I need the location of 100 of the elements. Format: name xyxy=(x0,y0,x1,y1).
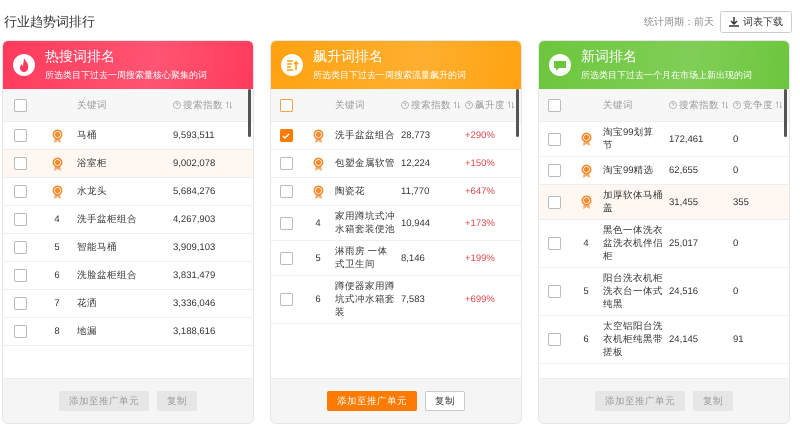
table-cell-text: 31,455 xyxy=(669,196,700,208)
panel-subtitle: 所选类目下过去一个月在市场上新出现的词 xyxy=(581,69,752,82)
column-header[interactable]: 搜索指数 xyxy=(411,98,451,112)
rank-number: 6 xyxy=(583,334,589,345)
keyword-cell-text: 淋雨房 一体式卫生间 xyxy=(335,245,389,271)
table-cell-text: 24,516 xyxy=(669,286,700,297)
column-header[interactable]: 竞争度 xyxy=(743,98,773,112)
table-cell-text: +199% xyxy=(465,252,496,264)
checkbox[interactable] xyxy=(280,216,292,230)
help-icon[interactable] xyxy=(173,101,181,109)
select-all-checkbox[interactable] xyxy=(280,98,292,112)
rank-number: 4 xyxy=(54,214,60,225)
checkbox[interactable] xyxy=(548,164,560,177)
checkbox[interactable] xyxy=(14,297,26,310)
column-header[interactable]: 飙升度 xyxy=(475,98,505,112)
checkbox[interactable] xyxy=(548,285,560,298)
select-all-checkbox[interactable] xyxy=(548,98,560,112)
table-cell-text: +150% xyxy=(465,158,496,169)
keyword-cell-text: 洗脸盆柜组合 xyxy=(77,269,138,282)
keyword-cell-text: 智能马桶 xyxy=(77,241,118,254)
table-cell-text: +647% xyxy=(465,186,496,197)
table-cell-text: 12,224 xyxy=(401,158,432,169)
panel-subtitle: 所选类目下过去一周搜索量核心聚集的词 xyxy=(45,69,207,82)
checkbox[interactable] xyxy=(14,213,26,226)
checkbox[interactable] xyxy=(14,185,26,198)
rank-number: 6 xyxy=(315,294,321,305)
checkbox[interactable] xyxy=(280,129,292,142)
checkbox[interactable] xyxy=(548,132,560,146)
rank-number: 5 xyxy=(583,286,589,297)
table-cell-text: 5,684,276 xyxy=(173,186,216,197)
table-cell-text: 4,267,903 xyxy=(173,214,216,225)
checkbox[interactable] xyxy=(548,333,560,346)
scrollbar[interactable] xyxy=(784,89,787,137)
scrollbar[interactable] xyxy=(516,89,519,137)
keyword-cell-text: 黑色一体洗衣盆洗衣机伴侣柜 xyxy=(603,224,664,263)
copy-button[interactable]: 复制 xyxy=(425,391,465,411)
keyword-cell-text: 太空铝阳台洗衣机柜纯黑带搓板 xyxy=(603,320,664,359)
table-cell-text: 10,944 xyxy=(401,218,432,228)
select-all-checkbox[interactable] xyxy=(14,98,26,112)
keyword-cell-text: 地漏 xyxy=(77,325,98,338)
help-icon[interactable] xyxy=(401,101,409,109)
rank-number: 4 xyxy=(315,218,321,228)
column-header[interactable]: 搜索指数 xyxy=(183,98,223,112)
help-icon[interactable] xyxy=(733,101,741,109)
sort-icon[interactable] xyxy=(225,101,233,109)
table-cell-text: +290% xyxy=(465,130,496,141)
sort-icon[interactable] xyxy=(775,101,783,109)
checkbox[interactable] xyxy=(14,241,26,254)
table-cell-text: 3,336,046 xyxy=(173,298,216,309)
keyword-cell-text: 家用蹲坑式冲水箱套装便池 xyxy=(335,210,396,236)
column-header[interactable]: 搜索指数 xyxy=(679,98,719,112)
period-label: 统计周期：前天 xyxy=(644,16,714,29)
speech-bubble-icon xyxy=(549,54,571,76)
table-cell-text: 28,773 xyxy=(401,130,432,141)
table-cell-text: 8,146 xyxy=(401,252,426,264)
help-icon[interactable] xyxy=(669,101,677,109)
table-cell-text: 7,583 xyxy=(401,294,426,305)
checkbox[interactable] xyxy=(548,237,560,250)
checkbox[interactable] xyxy=(14,157,26,170)
table-cell-text: 9,593,511 xyxy=(173,130,216,141)
table-cell-text: 0 xyxy=(733,165,740,176)
help-icon[interactable] xyxy=(465,101,473,109)
keyword-cell-text: 淘宝99精选 xyxy=(603,164,655,177)
keyword-cell-text: 水龙头 xyxy=(77,185,108,198)
sort-icon[interactable] xyxy=(453,101,461,109)
checkbox[interactable] xyxy=(14,325,26,338)
table-cell-text: 0 xyxy=(733,238,740,249)
page-title: 行业趋势词排行 xyxy=(4,13,95,31)
checkbox[interactable] xyxy=(280,185,292,198)
table-cell-text: 3,831,479 xyxy=(173,270,216,281)
checkbox[interactable] xyxy=(14,269,26,282)
rank-number: 7 xyxy=(54,298,60,309)
checkbox[interactable] xyxy=(14,129,26,142)
checkbox[interactable] xyxy=(548,196,560,208)
table-cell-text: 24,145 xyxy=(669,334,700,345)
medal-icon xyxy=(312,184,324,198)
keyword-cell-text: 淘宝99划算节 xyxy=(603,126,655,152)
table-cell-text: 91 xyxy=(733,334,745,345)
checkbox[interactable] xyxy=(280,252,292,264)
keyword-cell-text: 花洒 xyxy=(77,297,98,310)
checkbox[interactable] xyxy=(280,157,292,170)
panel-subtitle: 所选类目下过去一周搜索流量飙升的词 xyxy=(313,69,466,82)
column-header: 关键词 xyxy=(77,98,108,112)
medal-icon xyxy=(580,164,592,178)
checkmark-icon xyxy=(282,132,290,140)
rank-number: 6 xyxy=(54,270,60,281)
medal-icon xyxy=(52,184,62,198)
scrollbar[interactable] xyxy=(248,89,251,137)
sort-icon[interactable] xyxy=(721,101,729,109)
download-button[interactable]: 词表下载 xyxy=(720,11,792,33)
checkbox[interactable] xyxy=(280,293,292,306)
add-to-unit-button[interactable]: 添加至推广单元 xyxy=(327,391,417,411)
table-cell-text: 9,002,078 xyxy=(173,158,216,169)
panel-title: 飙升词排名 xyxy=(313,48,384,66)
flame-icon xyxy=(13,54,35,76)
panel-title: 新词排名 xyxy=(581,48,638,66)
column-header: 关键词 xyxy=(603,98,634,112)
sort-icon[interactable] xyxy=(507,101,515,109)
table-cell-text: +699% xyxy=(465,294,496,305)
keyword-cell-text: 加厚软体马桶盖 xyxy=(603,189,664,215)
